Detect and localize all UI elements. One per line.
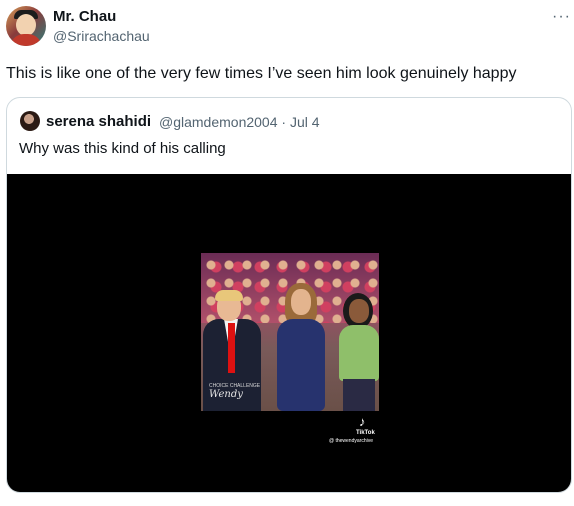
more-options-icon[interactable]: ··· — [552, 8, 571, 26]
author-avatar[interactable] — [6, 6, 46, 46]
host-figure — [273, 283, 329, 411]
tiktok-label: TikTok — [356, 430, 375, 436]
video-player[interactable]: CHOICE CHALLENGE Wendy ♪ TikTok @ thewen… — [7, 174, 571, 492]
author-handle[interactable]: @Srirachachau — [53, 28, 150, 44]
avatar-body — [10, 34, 42, 46]
video-frame: CHOICE CHALLENGE Wendy — [201, 253, 379, 411]
guest-figure — [339, 293, 379, 411]
quoted-author-avatar[interactable] — [20, 111, 40, 131]
meta-separator: · — [281, 114, 287, 130]
avatar-face — [16, 14, 36, 36]
author-display-name[interactable]: Mr. Chau — [53, 8, 116, 25]
quoted-tweet-text: Why was this kind of his calling — [19, 140, 226, 157]
quoted-tweet-date[interactable]: Jul 4 — [290, 114, 320, 130]
tweet-text: This is like one of the very few times I… — [6, 65, 517, 82]
quoted-tweet-card[interactable]: serena shahidi @glamdemon2004 · Jul 4 Wh… — [6, 97, 572, 493]
tiktok-icon: ♪ — [359, 414, 366, 429]
quoted-author-handle[interactable]: @glamdemon2004 — [159, 114, 278, 130]
show-watermark-logo: Wendy — [209, 389, 243, 400]
tiktok-handle: @ thewendyarchive — [329, 438, 373, 444]
quoted-author-meta: @glamdemon2004 · Jul 4 — [159, 114, 320, 130]
quoted-author-display-name[interactable]: serena shahidi — [46, 113, 151, 130]
